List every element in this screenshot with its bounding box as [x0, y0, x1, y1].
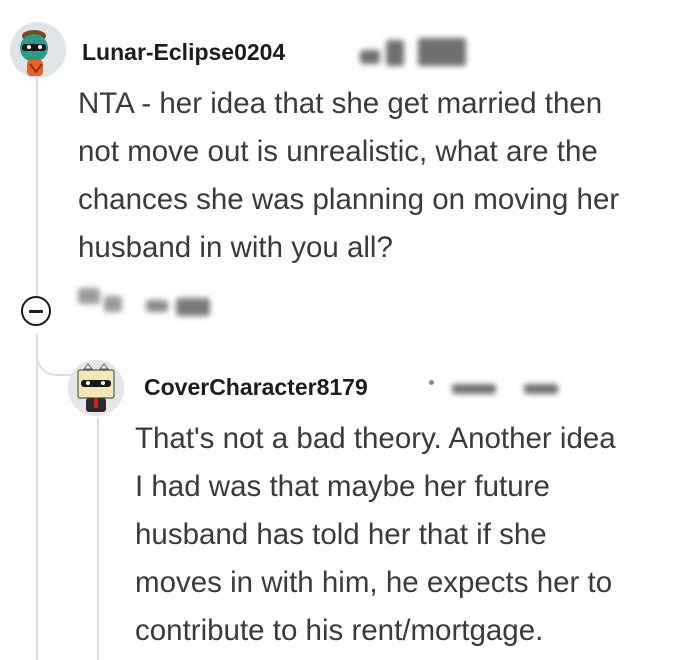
- comment-line: NTA - her idea that she get married then: [78, 87, 603, 120]
- thread-line[interactable]: [97, 418, 99, 660]
- blurred-action[interactable]: [104, 296, 122, 312]
- reply-connector: [36, 340, 72, 376]
- blurred-action[interactable]: [176, 298, 210, 316]
- avatar[interactable]: [68, 360, 124, 416]
- comment-line: husband has told her that if she: [135, 518, 547, 551]
- blurred-metadata: [418, 38, 466, 66]
- comment-line: I had was that maybe her future: [135, 470, 550, 503]
- comment-body: That's not a bad theory. Another idea I …: [135, 415, 616, 655]
- blurred-metadata: [386, 40, 404, 66]
- blurred-metadata: [360, 50, 380, 64]
- comment-thread: Lunar-Eclipse0204 NTA - her idea that sh…: [0, 0, 700, 660]
- username[interactable]: Lunar-Eclipse0204: [82, 39, 285, 66]
- comment-line: not move out is unrealistic, what are th…: [78, 135, 598, 168]
- collapse-button[interactable]: [21, 296, 51, 326]
- avatar[interactable]: [10, 22, 66, 78]
- thread-line[interactable]: [36, 334, 38, 660]
- comment-line: moves in with him, he expects her to: [135, 566, 613, 599]
- minus-circle-icon: [29, 309, 43, 313]
- blurred-metadata: [524, 384, 558, 394]
- username[interactable]: CoverCharacter8179: [144, 374, 368, 401]
- comment-line: contribute to his rent/mortgage.: [135, 614, 544, 647]
- comment-line: That's not a bad theory. Another idea: [135, 422, 616, 455]
- blurred-action[interactable]: [146, 300, 168, 312]
- comment-line: husband in with you all?: [78, 231, 393, 264]
- separator-dot: [429, 380, 434, 385]
- snoo-avatar-icon: [10, 22, 66, 78]
- snoo-avatar-icon: [68, 360, 124, 416]
- comment-line: chances she was planning on moving her: [78, 183, 620, 216]
- blurred-metadata: [452, 384, 496, 394]
- blurred-action[interactable]: [78, 288, 100, 304]
- thread-line[interactable]: [36, 78, 38, 300]
- comment-body: NTA - her idea that she get married then…: [78, 80, 619, 272]
